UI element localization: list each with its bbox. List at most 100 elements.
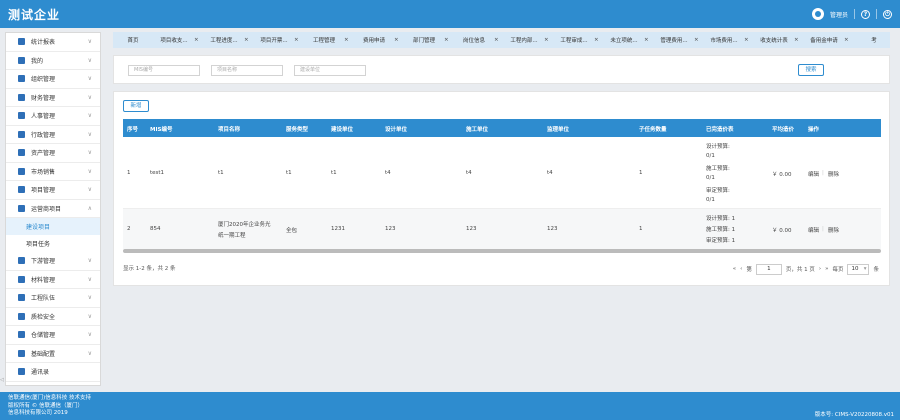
prev-page-icon[interactable]: ‹: [740, 266, 742, 272]
grid-icon: [18, 186, 25, 194]
sidebar-subitem-construction[interactable]: 建设项目: [6, 218, 100, 235]
user-name[interactable]: 管理员: [830, 10, 848, 19]
sidebar-item-operator-projects[interactable]: 运营商项目 ∧: [6, 200, 100, 218]
builder-input[interactable]: 建设单位: [294, 65, 366, 76]
sidebar-item-label: 运营商项目: [31, 205, 62, 213]
tab-item[interactable]: 工程审成... ×: [553, 32, 603, 48]
close-icon[interactable]: ×: [194, 37, 199, 43]
user-avatar-icon[interactable]: [811, 8, 824, 20]
logout-icon[interactable]: ⏻: [883, 9, 892, 19]
sidebar-item-sales[interactable]: 市场销售 ∨: [6, 163, 100, 181]
close-icon[interactable]: ×: [294, 37, 299, 43]
tab-item[interactable]: 部门管理 ×: [403, 32, 453, 48]
sidebar-item-org[interactable]: 组织管理 ∨: [6, 70, 100, 89]
sidebar-item-label: 质检安全: [31, 313, 56, 321]
builder-cell: t1: [331, 170, 337, 176]
close-icon[interactable]: ×: [444, 37, 449, 43]
column-header[interactable]: 项目名称: [218, 125, 240, 133]
edit-link[interactable]: 编辑: [808, 170, 819, 178]
sidebar-item-label: 市场销售: [31, 168, 56, 176]
tab-label: 收支统计表: [760, 38, 788, 44]
sidebar-collapse-icon[interactable]: ◁: [0, 377, 4, 383]
edit-link[interactable]: 编辑: [808, 226, 819, 234]
close-icon[interactable]: ×: [644, 37, 649, 43]
sidebar-item-config[interactable]: 基础配置 ∨: [6, 345, 100, 363]
sidebar-item-admin[interactable]: 行政管理 ∨: [6, 126, 100, 144]
column-header[interactable]: MIS编号: [150, 125, 172, 133]
column-header[interactable]: 操作: [808, 125, 819, 133]
sidebar-item-reports[interactable]: 统计报表 ∨: [6, 33, 100, 52]
sidebar-item-finance[interactable]: 财务管理 ∨: [6, 89, 100, 107]
next-page-icon[interactable]: ›: [819, 266, 821, 272]
close-icon[interactable]: ×: [594, 37, 599, 43]
table-row[interactable]: 1 test1 t1 t1 t1 t4 t4 t4 1 设计预算: 0/1 施工…: [123, 137, 881, 209]
tab-item[interactable]: 项目收支... ×: [153, 32, 203, 48]
sidebar-item-hr[interactable]: 人事管理 ∨: [6, 107, 100, 126]
delete-link[interactable]: 删除: [828, 170, 839, 178]
designer-cell: t4: [385, 170, 391, 176]
column-header[interactable]: 施工单位: [466, 125, 488, 133]
row-index: 1: [127, 170, 131, 176]
column-header[interactable]: 监理单位: [547, 125, 569, 133]
tab-item[interactable]: 管理费用... ×: [653, 32, 703, 48]
close-icon[interactable]: ×: [394, 37, 399, 43]
table-row[interactable]: 2 854 厦门2020年企业务光 纸一期工程 全包 1231 123 123 …: [123, 209, 881, 249]
column-header[interactable]: 服务类型: [286, 125, 308, 133]
sidebar-item-downstream[interactable]: 下游管理 ∨: [6, 252, 100, 271]
close-icon[interactable]: ×: [844, 37, 849, 43]
sidebar-item-assets[interactable]: 资产管理 ∨: [6, 144, 100, 163]
tab-home[interactable]: 首页: [113, 32, 153, 48]
page-number-input[interactable]: 1: [755, 263, 782, 275]
close-icon[interactable]: ×: [244, 37, 249, 43]
column-header[interactable]: 建设单位: [331, 125, 353, 133]
per-page-select[interactable]: 10: [847, 263, 870, 275]
sidebar-item-mine[interactable]: 我的 ∨: [6, 52, 100, 70]
chevron-down-icon: ∨: [87, 312, 92, 320]
project-name-input[interactable]: 项目名称: [211, 65, 283, 76]
tab-item[interactable]: 项目开票... ×: [253, 32, 303, 48]
column-header[interactable]: 序号: [127, 125, 138, 133]
tab-item[interactable]: 考: [853, 32, 890, 48]
delete-link[interactable]: 删除: [828, 226, 839, 234]
column-header[interactable]: 已完造价表: [706, 125, 734, 133]
close-icon[interactable]: ×: [694, 37, 699, 43]
sidebar-item-warehouse[interactable]: 仓储管理 ∨: [6, 326, 100, 345]
chevron-down-icon: ∨: [87, 257, 92, 264]
close-icon[interactable]: ×: [494, 37, 499, 43]
sidebar-item-label: 资产管理: [31, 150, 56, 158]
sidebar-item-teams[interactable]: 工程队伍 ∨: [6, 289, 100, 308]
tab-item[interactable]: 备用金申请 ×: [803, 32, 853, 48]
close-icon[interactable]: ×: [794, 37, 799, 43]
question-icon[interactable]: ?: [861, 9, 870, 19]
sidebar-item-materials[interactable]: 材料管理 ∨: [6, 271, 100, 289]
tab-item[interactable]: 未立项统... ×: [603, 32, 653, 48]
first-page-icon[interactable]: «: [733, 266, 736, 272]
search-panel: MIS编号 项目名称 建设单位 搜索: [113, 55, 890, 84]
horizontal-scrollbar[interactable]: [123, 249, 881, 253]
sidebar-item-projects[interactable]: 项目管理 ∨: [6, 181, 100, 200]
sidebar-item-quality[interactable]: 质检安全 ∨: [6, 308, 100, 326]
tab-item[interactable]: 工程管理 ×: [303, 32, 353, 48]
sidebar-subitem-tasks[interactable]: 项目任务: [6, 235, 100, 252]
column-header[interactable]: 设计单位: [385, 125, 407, 133]
mis-search-input[interactable]: MIS编号: [128, 65, 200, 76]
search-button[interactable]: 搜索: [798, 64, 824, 76]
column-header[interactable]: 子任务数量: [639, 125, 667, 133]
constructor-cell: t4: [466, 170, 472, 176]
column-header[interactable]: 平均造价: [772, 125, 794, 133]
tab-item[interactable]: 工程内部... ×: [503, 32, 553, 48]
tab-item[interactable]: 收支统计表 ×: [753, 32, 803, 48]
tab-item[interactable]: 市场费用... ×: [703, 32, 753, 48]
last-page-icon[interactable]: »: [825, 266, 828, 272]
close-icon[interactable]: ×: [744, 37, 749, 43]
admin-icon: [18, 130, 25, 138]
close-icon[interactable]: ×: [344, 37, 349, 43]
tab-item[interactable]: 岗位信息 ×: [453, 32, 503, 48]
service-cell: t1: [286, 170, 292, 176]
tab-item[interactable]: 费用申请 ×: [353, 32, 403, 48]
add-button[interactable]: 新增: [123, 100, 149, 112]
close-icon[interactable]: ×: [544, 37, 549, 43]
sidebar-item-contacts[interactable]: 通讯录: [6, 363, 100, 382]
tab-item[interactable]: 工程进度... ×: [203, 32, 253, 48]
cost-line: 审定预算:: [706, 188, 730, 194]
